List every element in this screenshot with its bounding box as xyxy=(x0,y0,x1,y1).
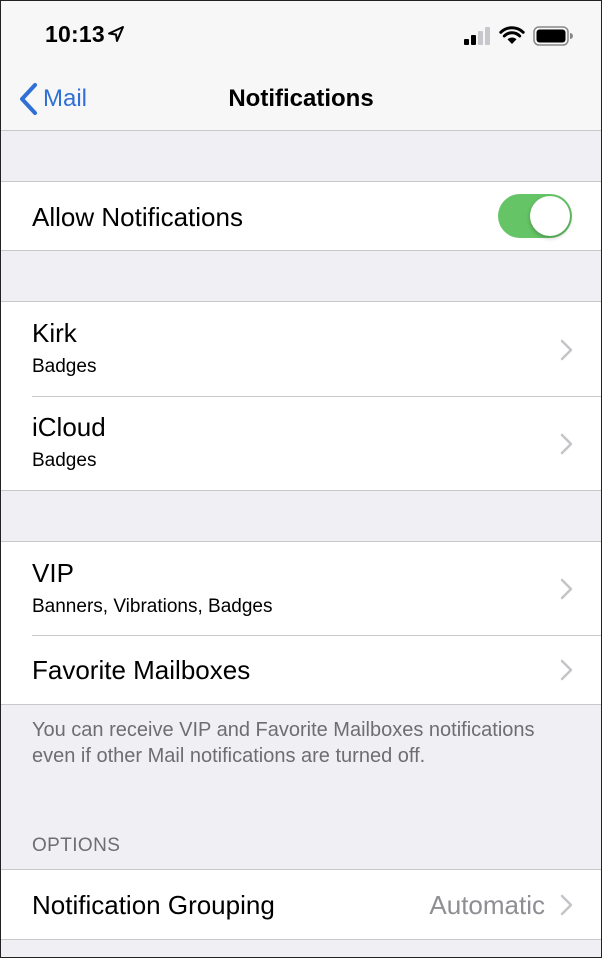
notification-grouping-row[interactable]: Notification Grouping Automatic xyxy=(1,870,601,939)
account-subtitle: Badges xyxy=(32,450,97,471)
signal-icon xyxy=(464,27,490,45)
status-bar: 10:13 xyxy=(1,1,601,67)
chevron-right-icon xyxy=(560,578,573,600)
chevron-right-icon xyxy=(560,894,573,916)
accounts-group: Kirk Badges iCloud Badges xyxy=(1,301,601,491)
toggle-knob xyxy=(530,196,570,236)
navigation-bar: Mail Notifications xyxy=(1,67,601,131)
chevron-right-icon xyxy=(560,433,573,455)
chevron-right-icon xyxy=(560,659,573,681)
favorite-mailboxes-row[interactable]: Favorite Mailboxes xyxy=(1,635,601,704)
vip-row[interactable]: VIP Banners, Vibrations, Badges xyxy=(1,542,601,635)
vip-title: VIP xyxy=(32,558,74,588)
status-time: 10:13 xyxy=(45,21,105,47)
notification-grouping-label: Notification Grouping xyxy=(32,890,275,920)
page-title: Notifications xyxy=(228,85,374,112)
battery-icon xyxy=(533,26,573,46)
options-group: Notification Grouping Automatic xyxy=(1,869,601,940)
notification-grouping-value: Automatic xyxy=(429,890,545,920)
allow-notifications-toggle[interactable] xyxy=(498,194,572,238)
options-section-header: OPTIONS xyxy=(32,835,121,856)
vip-group: VIP Banners, Vibrations, Badges Favorite… xyxy=(1,541,601,705)
account-row-kirk[interactable]: Kirk Badges xyxy=(1,302,601,396)
vip-subtitle: Banners, Vibrations, Badges xyxy=(32,596,273,617)
chevron-right-icon xyxy=(560,339,573,361)
wifi-icon xyxy=(499,26,525,44)
allow-notifications-label: Allow Notifications xyxy=(32,202,243,232)
account-row-icloud[interactable]: iCloud Badges xyxy=(1,396,601,490)
allow-notifications-group: Allow Notifications xyxy=(1,181,601,251)
favorite-mailboxes-title: Favorite Mailboxes xyxy=(32,655,251,685)
location-arrow-icon xyxy=(108,26,124,42)
vip-footer-note: You can receive VIP and Favorite Mailbox… xyxy=(32,719,535,767)
account-subtitle: Badges xyxy=(32,356,97,377)
account-title: iCloud xyxy=(32,412,106,442)
account-title: Kirk xyxy=(32,318,77,348)
allow-notifications-row: Allow Notifications xyxy=(1,182,601,250)
